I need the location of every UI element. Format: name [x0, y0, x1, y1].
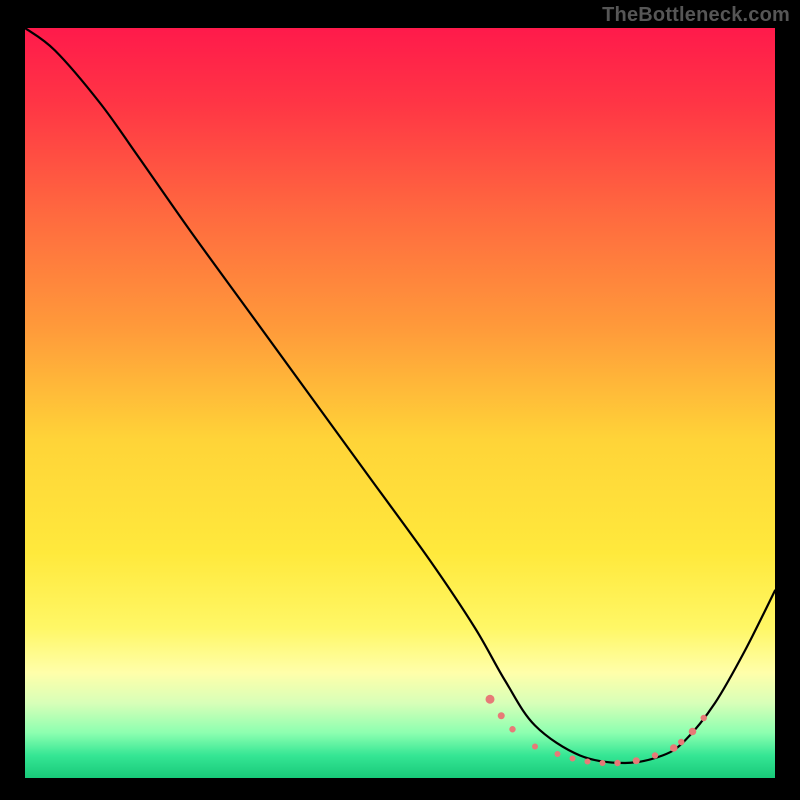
marker-dot [532, 744, 538, 750]
marker-dot [486, 695, 495, 704]
marker-dot [701, 715, 707, 721]
marker-dot [670, 744, 678, 752]
marker-dot [652, 752, 658, 758]
bottleneck-chart [0, 0, 800, 800]
chart-frame: TheBottleneck.com [0, 0, 800, 800]
marker-dot [678, 739, 684, 745]
marker-dot [633, 757, 640, 764]
marker-dot [614, 760, 620, 766]
marker-dot [570, 756, 576, 762]
marker-dot [498, 712, 505, 719]
marker-dot [585, 759, 591, 765]
plot-background [25, 28, 775, 778]
marker-dot [600, 760, 606, 766]
marker-dot [689, 728, 697, 736]
marker-dot [555, 751, 561, 757]
marker-dot [509, 726, 515, 732]
